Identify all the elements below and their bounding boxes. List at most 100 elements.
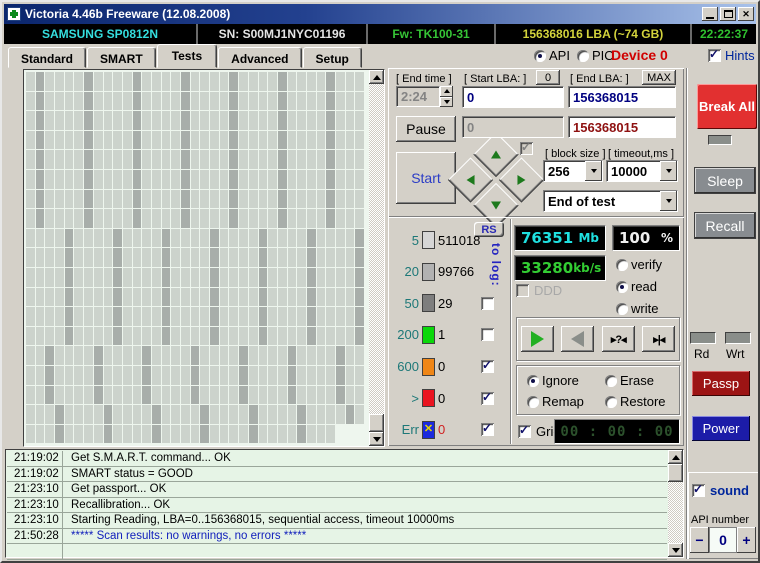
log-time: 21:19:02 bbox=[7, 451, 63, 466]
radio-restore[interactable]: Restore bbox=[605, 394, 666, 409]
tab-advanced[interactable]: Advanced bbox=[218, 47, 302, 68]
radio-remap[interactable]: Remap bbox=[527, 394, 584, 409]
scan-block bbox=[93, 189, 103, 209]
ddd-checkbox[interactable]: DDD bbox=[516, 283, 562, 298]
recall-button[interactable]: Recall bbox=[694, 212, 756, 239]
dropdown-button[interactable] bbox=[660, 191, 677, 211]
scan-block bbox=[103, 267, 113, 287]
scan-block bbox=[268, 248, 277, 267]
radio-read[interactable]: read bbox=[616, 279, 657, 294]
scan-block bbox=[93, 287, 103, 307]
maximize-button[interactable] bbox=[720, 7, 736, 21]
play-button[interactable] bbox=[520, 326, 554, 352]
spin-down-button[interactable] bbox=[440, 96, 453, 107]
scan-block bbox=[132, 365, 142, 385]
stat-log-checkbox[interactable] bbox=[481, 390, 494, 405]
start-button[interactable]: Start bbox=[396, 152, 456, 204]
end-time-spinner[interactable] bbox=[440, 86, 453, 107]
tab-smart[interactable]: SMART bbox=[87, 47, 156, 68]
decrement-button[interactable]: − bbox=[690, 527, 709, 553]
scan-block bbox=[219, 111, 229, 130]
back-button[interactable] bbox=[561, 326, 595, 352]
scan-block bbox=[103, 91, 113, 111]
scan-block bbox=[64, 228, 74, 248]
power-button[interactable]: Power bbox=[692, 416, 750, 441]
radio-pio[interactable]: PIO bbox=[577, 48, 614, 63]
start-lba-input[interactable]: 0 bbox=[462, 86, 564, 108]
seek-test-button[interactable]: ▸?◂ bbox=[601, 326, 635, 352]
scan-block bbox=[336, 130, 345, 150]
radio-verify[interactable]: verify bbox=[616, 257, 662, 272]
scan-block bbox=[181, 424, 190, 444]
sleep-button[interactable]: Sleep bbox=[694, 167, 756, 194]
scroll-down-button[interactable] bbox=[668, 543, 683, 557]
tab-tests[interactable]: Tests bbox=[156, 44, 218, 68]
log-scrollbar[interactable] bbox=[668, 450, 683, 557]
scroll-thumb[interactable] bbox=[668, 464, 683, 482]
back-icon bbox=[571, 331, 585, 347]
scan-block bbox=[26, 307, 35, 326]
arrow-right-icon bbox=[517, 175, 526, 185]
stat-value: 29 bbox=[438, 295, 453, 311]
scan-block bbox=[297, 189, 306, 209]
scroll-thumb[interactable] bbox=[369, 414, 384, 432]
scan-block bbox=[26, 248, 35, 267]
dropdown-button[interactable] bbox=[660, 161, 677, 181]
scan-block bbox=[258, 111, 268, 130]
seek-checkbox[interactable] bbox=[520, 140, 533, 155]
scroll-down-button[interactable] bbox=[369, 432, 384, 446]
scroll-up-button[interactable] bbox=[369, 70, 384, 84]
start-lba-zero-button[interactable]: 0 bbox=[536, 70, 560, 85]
scan-block bbox=[132, 91, 142, 111]
stat-log-checkbox[interactable] bbox=[481, 296, 494, 310]
end-action-value: End of test bbox=[548, 193, 616, 209]
minimize-button[interactable] bbox=[702, 7, 718, 21]
scan-block bbox=[306, 91, 316, 111]
scan-block bbox=[122, 326, 132, 346]
radio-api[interactable]: API bbox=[534, 48, 570, 63]
stat-log-checkbox[interactable] bbox=[481, 421, 494, 437]
hints-checkbox[interactable]: Hints bbox=[708, 47, 755, 63]
scan-block bbox=[268, 267, 277, 287]
tab-setup[interactable]: Setup bbox=[302, 47, 362, 68]
end-lba-label: [ End LBA: ] bbox=[570, 73, 629, 85]
scan-block bbox=[297, 111, 306, 130]
close-button[interactable]: ✕ bbox=[738, 7, 754, 21]
break-all-button[interactable]: Break All bbox=[697, 84, 757, 129]
scan-block bbox=[316, 228, 326, 248]
scan-block bbox=[171, 307, 180, 326]
timeout-select[interactable]: 10000 bbox=[606, 160, 678, 182]
stat-log-checkbox[interactable] bbox=[481, 358, 494, 374]
scan-block bbox=[200, 424, 210, 444]
tab-standard[interactable]: Standard bbox=[8, 47, 87, 68]
to-end-button[interactable]: ▸|◂ bbox=[642, 326, 676, 352]
scan-block bbox=[355, 72, 365, 91]
end-lba-max-button[interactable]: MAX bbox=[642, 70, 676, 85]
radio-ignore[interactable]: Ignore bbox=[527, 373, 579, 388]
scan-block bbox=[26, 424, 35, 444]
scan-block bbox=[336, 209, 345, 228]
stat-log-checkbox[interactable] bbox=[481, 328, 494, 342]
increment-button[interactable]: + bbox=[737, 527, 756, 553]
scan-block bbox=[229, 228, 239, 248]
scan-block bbox=[103, 365, 113, 385]
scroll-up-button[interactable] bbox=[668, 450, 683, 464]
end-lba-input[interactable]: 156368015 bbox=[568, 86, 676, 108]
radio-erase[interactable]: Erase bbox=[605, 373, 654, 388]
spin-up-button[interactable] bbox=[440, 86, 453, 97]
scan-block bbox=[316, 189, 326, 209]
radio-write[interactable]: write bbox=[616, 301, 658, 316]
scan-block bbox=[316, 424, 326, 444]
block-size-select[interactable]: 256 bbox=[543, 160, 603, 182]
scan-block bbox=[64, 130, 74, 150]
pause-button[interactable]: Pause bbox=[396, 116, 456, 142]
end-action-select[interactable]: End of test bbox=[543, 190, 678, 212]
scan-block bbox=[277, 91, 287, 111]
dropdown-button[interactable] bbox=[585, 161, 602, 181]
scan-map-scrollbar[interactable] bbox=[369, 70, 384, 446]
passport-button[interactable]: Passp bbox=[692, 371, 750, 396]
scan-block bbox=[113, 209, 122, 228]
scan-block bbox=[258, 209, 268, 228]
sound-checkbox[interactable]: sound bbox=[692, 482, 749, 498]
scan-block bbox=[277, 405, 287, 424]
